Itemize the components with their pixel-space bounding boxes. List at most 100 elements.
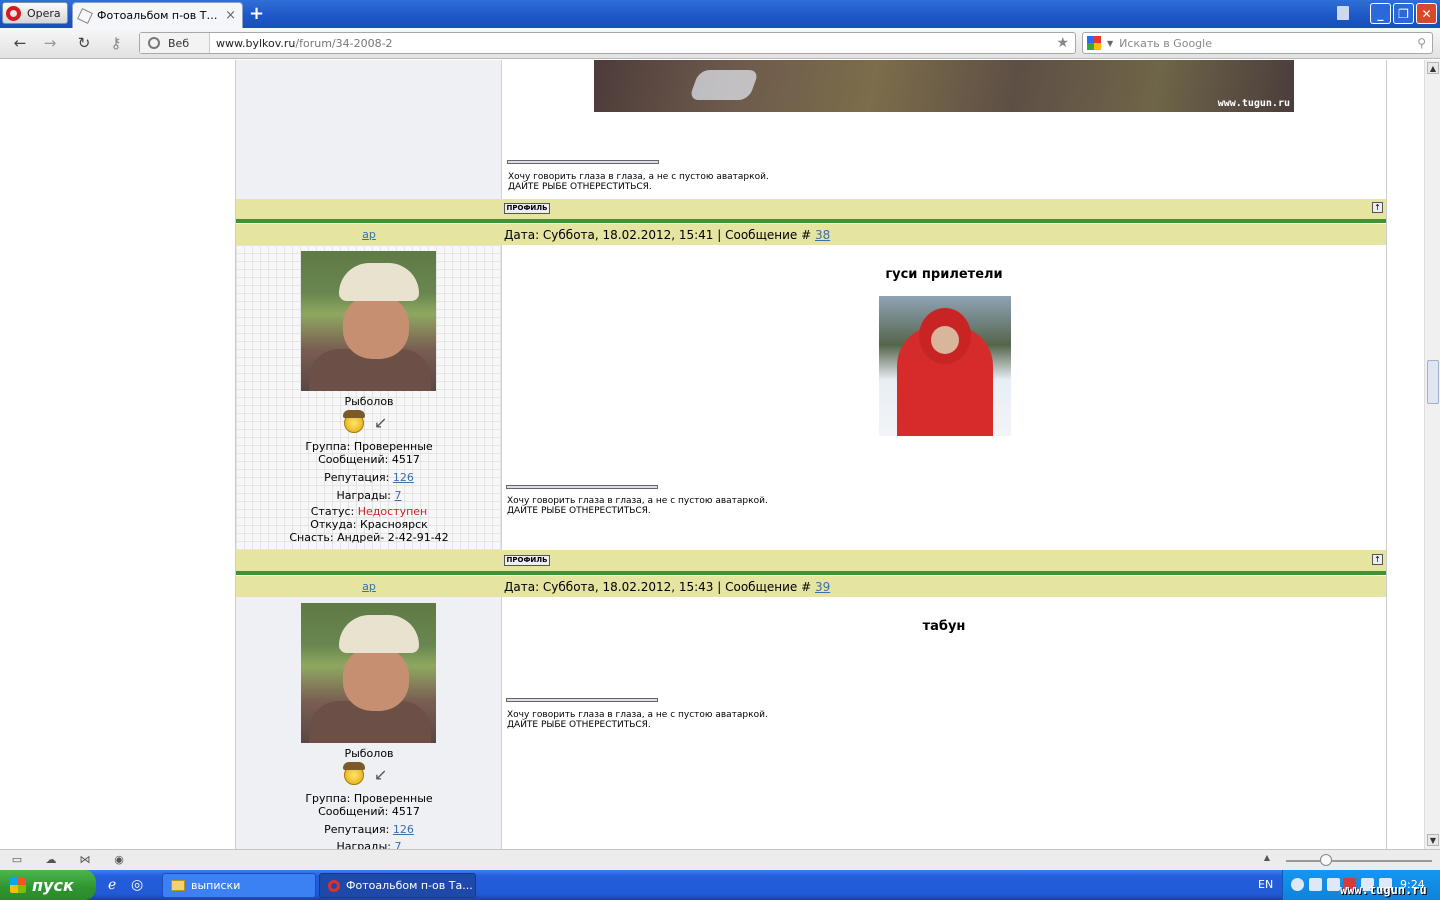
opera-menu-label: Opera bbox=[27, 6, 61, 20]
user-info-column: Рыболов ↙ Группа: Проверенные Сообщений:… bbox=[236, 245, 502, 550]
post-header-bar: ар Дата: Суббота, 18.02.2012, 15:43 | Со… bbox=[236, 576, 1386, 597]
prev-post-user-column bbox=[236, 60, 502, 199]
opera-menu-button[interactable]: Opera bbox=[2, 2, 68, 24]
reputation-label: Репутация: bbox=[324, 823, 393, 836]
fishing-favicon-icon bbox=[77, 7, 93, 24]
post-body: гуси прилетели Хочу говорить глаза в гла… bbox=[502, 245, 1386, 550]
signature-line2: ДАЙТЕ РЫБЕ ОТНЕРЕСТИТЬСЯ. bbox=[507, 506, 651, 516]
landscape-photo[interactable]: www.tugun.ru bbox=[594, 60, 1294, 112]
avatar-cap bbox=[339, 615, 419, 653]
search-field[interactable]: ▼ Искать в Google ⚲ bbox=[1082, 32, 1433, 54]
printer-icon[interactable] bbox=[1327, 878, 1340, 891]
taskbar-item-folder-label: выписки bbox=[191, 879, 241, 892]
author-link[interactable]: ар bbox=[362, 580, 376, 593]
tab-close-icon[interactable]: × bbox=[225, 8, 236, 23]
browser-quicklaunch-icon[interactable]: ◎ bbox=[131, 877, 147, 893]
panel-toggle-icon[interactable]: ▭ bbox=[10, 853, 24, 867]
reputation-link[interactable]: 126 bbox=[393, 471, 414, 484]
start-label: пуск bbox=[32, 875, 74, 895]
post-title: гуси прилетели bbox=[885, 267, 1003, 282]
start-button[interactable]: пуск bbox=[0, 870, 96, 900]
reload-icon[interactable]: ↻ bbox=[74, 34, 94, 52]
site-watermark: www.tugun.ru bbox=[1340, 883, 1427, 897]
message-number-link[interactable]: 38 bbox=[815, 228, 830, 242]
forward-arrow-icon[interactable]: → bbox=[40, 34, 60, 52]
internet-explorer-icon[interactable]: ℯ bbox=[108, 877, 124, 893]
minimize-button[interactable]: _ bbox=[1370, 3, 1391, 24]
taskbar-item-opera-label: Фотоальбом п-ов Та... bbox=[346, 879, 473, 892]
avatar[interactable] bbox=[301, 603, 436, 743]
tab-active[interactable]: Фотоальбом п-ов Тайм... × bbox=[72, 2, 243, 28]
profile-button[interactable]: ПРОФИЛЬ bbox=[504, 555, 550, 566]
search-icon[interactable]: ⚲ bbox=[1417, 36, 1432, 50]
reputation-link[interactable]: 126 bbox=[393, 823, 414, 836]
network-icon[interactable] bbox=[1309, 878, 1322, 891]
signature-divider bbox=[506, 485, 658, 489]
scroll-top-button[interactable]: ↑ bbox=[1372, 202, 1383, 213]
web-context-button[interactable]: Веб bbox=[140, 33, 210, 53]
signature-divider bbox=[507, 160, 659, 164]
user-reputation: Репутация: 126 bbox=[236, 471, 502, 484]
photo-watermark: www.tugun.ru bbox=[1217, 98, 1290, 109]
taskbar-item-opera[interactable]: Фотоальбом п-ов Та... bbox=[319, 873, 476, 898]
signature-line2: ДАЙТЕ РЫБЕ ОТНЕРЕСТИТЬСЯ. bbox=[508, 182, 652, 192]
zoom-up-icon[interactable]: ▲ bbox=[1260, 853, 1274, 867]
opera-logo-icon bbox=[6, 5, 21, 21]
post-photo[interactable] bbox=[879, 296, 1011, 436]
key-icon[interactable]: ⚷ bbox=[106, 34, 126, 52]
zoom-slider-track[interactable] bbox=[1286, 860, 1432, 862]
address-bar[interactable]: Веб www.bylkov.ru/forum/34-2008-2 ★ bbox=[139, 32, 1076, 54]
avatar[interactable] bbox=[301, 251, 436, 391]
photo-face bbox=[931, 326, 959, 354]
awards-link[interactable]: 7 bbox=[395, 840, 402, 849]
user-location: Откуда: Красноярск bbox=[310, 518, 428, 531]
vertical-scrollbar[interactable]: ▲ ▼ bbox=[1424, 60, 1440, 849]
awards-link[interactable]: 7 bbox=[395, 489, 402, 502]
title-bar: Opera Фотоальбом п-ов Тайм... × + _ ❐ ✕ bbox=[0, 0, 1440, 28]
tray-arrow-icon[interactable] bbox=[1291, 878, 1304, 891]
awards-label: Награды: bbox=[336, 489, 395, 502]
scroll-top-button[interactable]: ↑ bbox=[1372, 554, 1383, 565]
cloud-icon[interactable]: ☁ bbox=[44, 853, 58, 867]
post-date: Дата: Суббота, 18.02.2012, 15:43 | Сообщ… bbox=[504, 580, 830, 594]
search-input[interactable]: Искать в Google bbox=[1119, 37, 1417, 50]
author-link[interactable]: ар bbox=[362, 228, 376, 241]
signature-line1: Хочу говорить глаза в глаза, а не с пуст… bbox=[508, 172, 769, 182]
signature: Хочу говорить глаза в глаза, а не с пуст… bbox=[507, 496, 768, 516]
user-reputation: Репутация: 126 bbox=[236, 823, 502, 836]
url-host: www.bylkov.ru bbox=[216, 36, 296, 50]
bookmark-star-icon[interactable]: ★ bbox=[1056, 35, 1075, 51]
fishing-rod-icon: ↙ bbox=[374, 413, 388, 432]
scroll-down-arrow-icon[interactable]: ▼ bbox=[1427, 834, 1439, 846]
profile-button[interactable]: ПРОФИЛЬ bbox=[504, 203, 550, 214]
signature-line1: Хочу говорить глаза в глаза, а не с пуст… bbox=[507, 496, 768, 506]
message-number-link[interactable]: 39 bbox=[815, 580, 830, 594]
restore-button[interactable]: ❐ bbox=[1393, 3, 1414, 24]
globe-icon bbox=[148, 37, 160, 49]
url-text[interactable]: www.bylkov.ru/forum/34-2008-2 bbox=[210, 37, 1056, 50]
language-indicator[interactable]: EN bbox=[1258, 878, 1273, 891]
post-separator bbox=[236, 219, 1386, 223]
scrollbar-thumb[interactable] bbox=[1427, 360, 1439, 404]
chevron-down-icon[interactable]: ▼ bbox=[1107, 39, 1113, 48]
google-icon[interactable] bbox=[1087, 36, 1101, 50]
fisherman-smiley-icon bbox=[343, 410, 365, 433]
back-arrow-icon[interactable]: ← bbox=[10, 34, 30, 52]
avatar-face bbox=[343, 295, 409, 359]
share-icon[interactable]: ⋈ bbox=[78, 853, 92, 867]
url-path: /forum/34-2008-2 bbox=[295, 36, 393, 50]
trash-icon[interactable] bbox=[1337, 6, 1349, 20]
user-group: Группа: Проверенные bbox=[305, 440, 433, 453]
scroll-up-arrow-icon[interactable]: ▲ bbox=[1427, 62, 1439, 74]
post-footer-bar: ПРОФИЛЬ ↑ bbox=[236, 550, 1386, 571]
post-title: табун bbox=[922, 619, 966, 634]
user-info-column: Рыболов ↙ Группа: Проверенные Сообщений:… bbox=[236, 597, 502, 849]
tab-title: Фотоальбом п-ов Тайм... bbox=[97, 9, 220, 22]
close-window-button[interactable]: ✕ bbox=[1416, 3, 1437, 24]
zoom-slider-handle[interactable] bbox=[1320, 854, 1332, 866]
status-value: Недоступен bbox=[357, 505, 428, 518]
new-tab-button[interactable]: + bbox=[249, 3, 264, 24]
taskbar-item-folder[interactable]: выписки bbox=[162, 873, 316, 898]
speed-dial-icon[interactable]: ◉ bbox=[112, 853, 126, 867]
folder-icon bbox=[171, 880, 185, 891]
